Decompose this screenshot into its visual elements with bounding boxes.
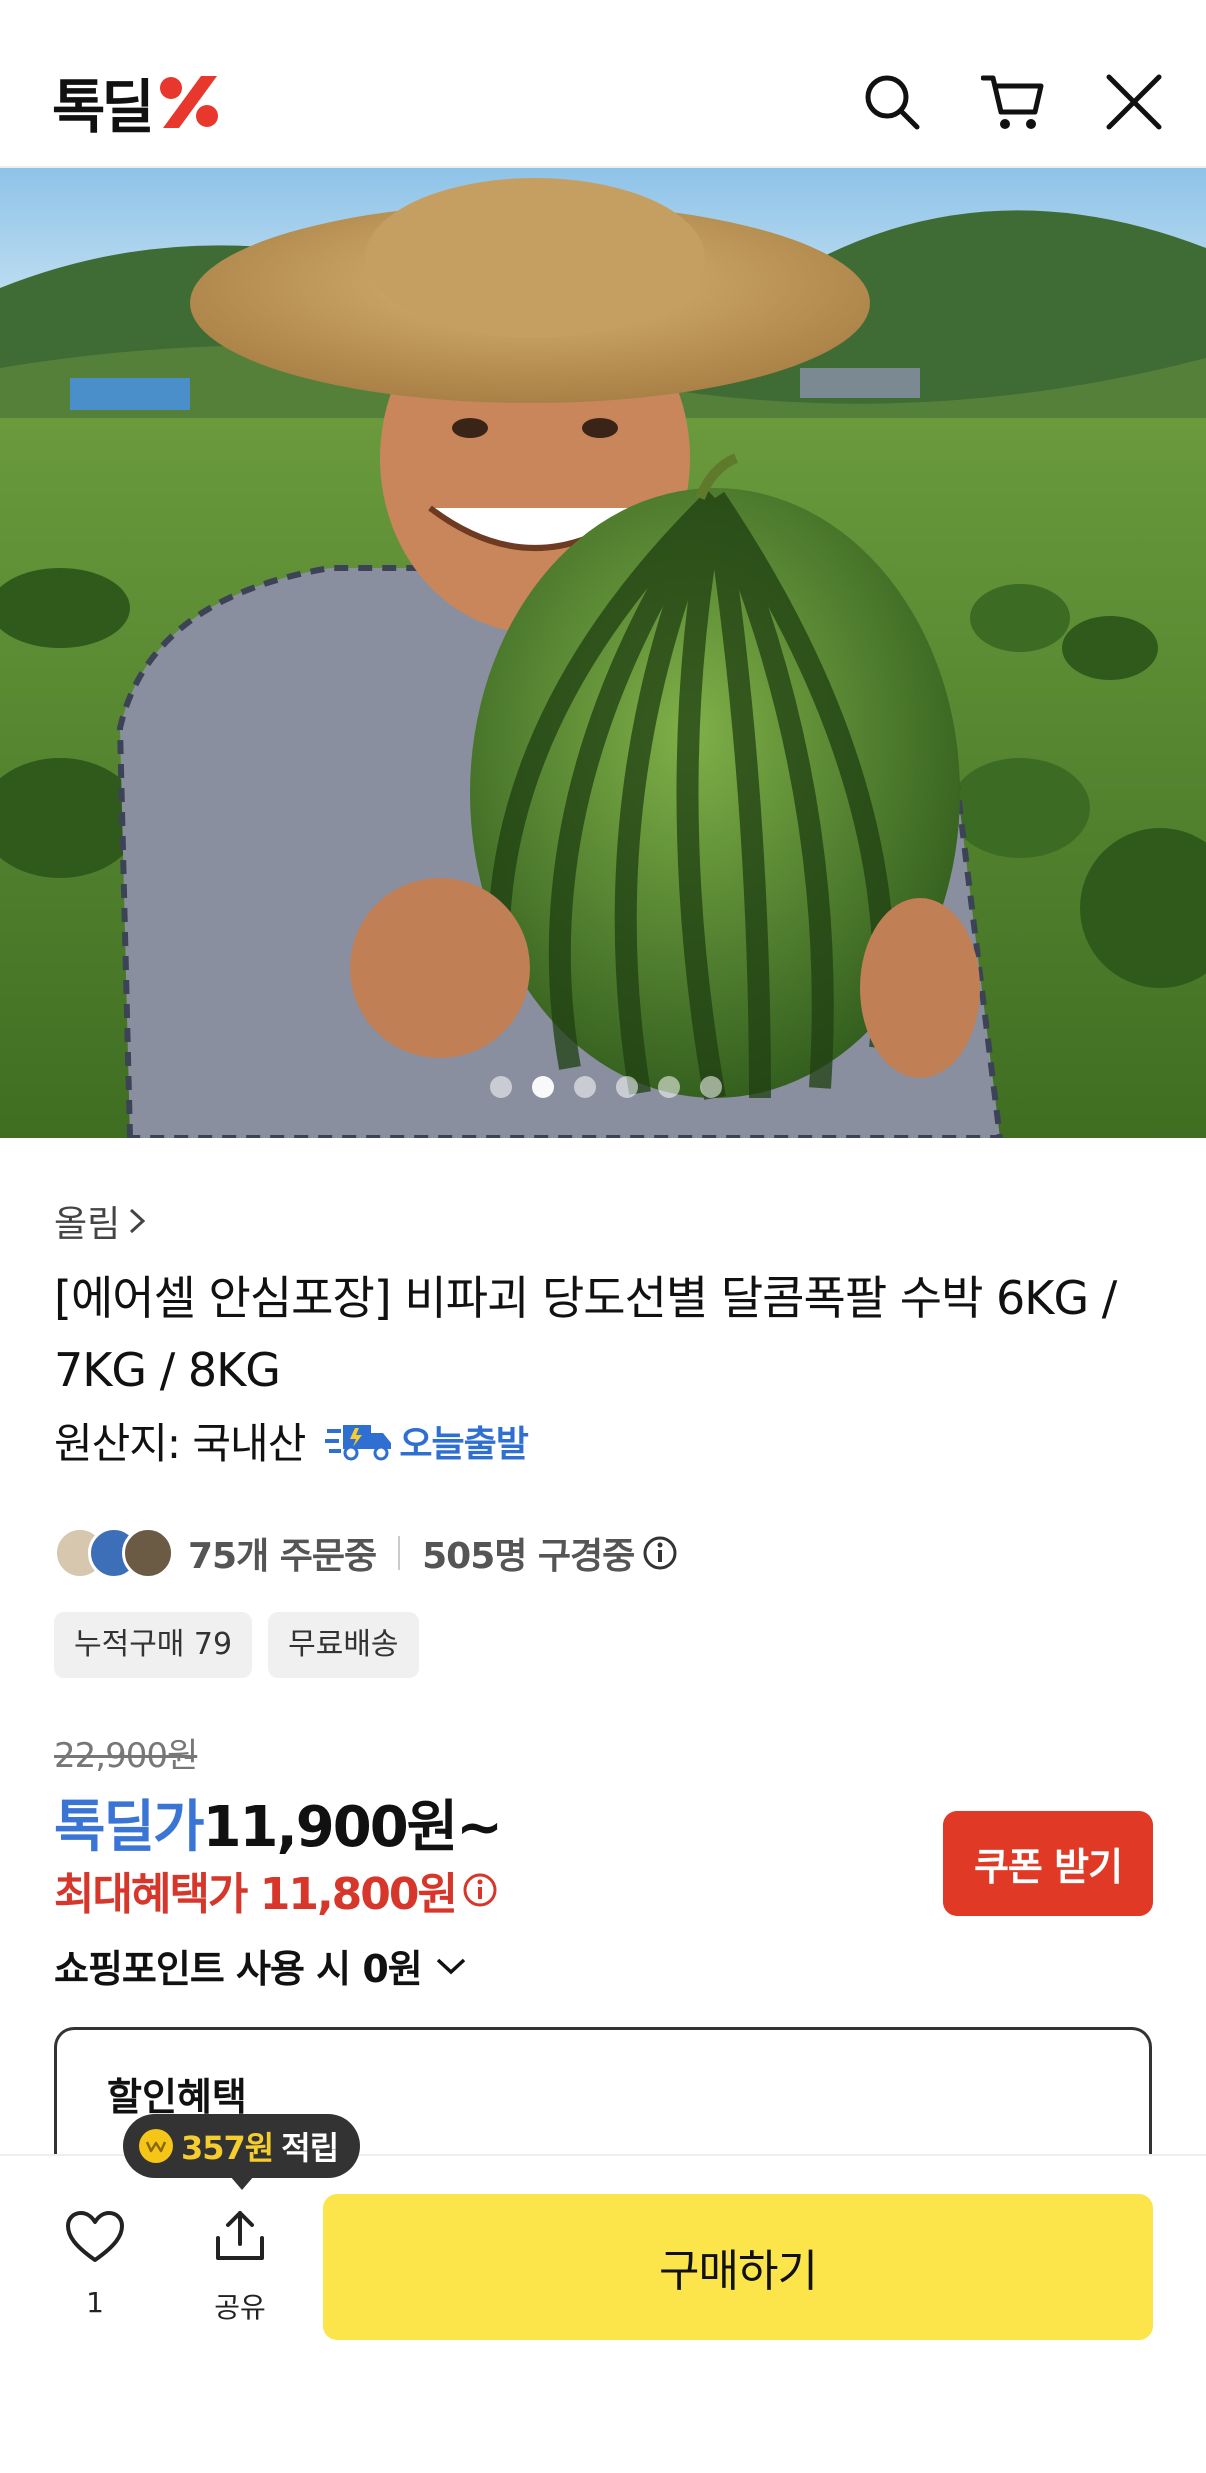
share-button[interactable]: 공유 <box>205 2208 275 2326</box>
carousel-indicator <box>490 1076 722 1098</box>
carousel-dot[interactable] <box>700 1076 722 1098</box>
carousel-dot[interactable] <box>490 1076 512 1098</box>
reward-amount: 357원 <box>181 2129 274 2167</box>
deal-label: 톡딜가 <box>54 1795 205 1860</box>
buyer-avatars <box>54 1527 174 1579</box>
info-icon[interactable] <box>462 1872 498 1908</box>
today-shipping-label: 오늘출발 <box>399 1423 528 1465</box>
app-header: 톡딜 <box>0 0 1206 168</box>
tag-cumulative-purchase: 누적구매 79 <box>54 1612 253 1678</box>
avatar <box>122 1527 174 1579</box>
like-button[interactable]: 1 <box>60 2210 130 2319</box>
original-price: 22,900원 <box>54 1736 198 1776</box>
deal-price-row: 톡딜가 11,900원~ <box>54 1782 504 1863</box>
info-icon[interactable] <box>642 1535 678 1571</box>
bottom-action-bar: 1 공유 구매하기 <box>0 2154 1206 2473</box>
ordering-count: 75개 주문중 <box>188 1536 377 1577</box>
chevron-right-icon <box>130 1208 146 1234</box>
brand-link[interactable]: 올림 <box>54 1195 148 1247</box>
carousel-dot[interactable] <box>574 1076 596 1098</box>
points-reward-tooltip: 357원 적립 <box>123 2114 361 2178</box>
share-label: 공유 <box>214 2291 266 2324</box>
product-title: [에어셀 안심포장] 비파괴 당도선별 달콤폭팔 수박 6KG / 7KG / … <box>54 1271 1117 1397</box>
brand-name: 올림 <box>54 1204 121 1245</box>
shopping-points-toggle[interactable]: 쇼핑포인트 사용 시 0원 <box>54 1938 468 1993</box>
divider <box>398 1536 401 1570</box>
chevron-down-icon <box>436 1958 465 1974</box>
today-shipping-badge: 오늘출발 <box>325 1415 529 1467</box>
discount-title: 할인혜택 <box>107 2075 247 2119</box>
deal-price: 11,900원~ <box>202 1795 504 1860</box>
viewing-count: 505명 구경중 <box>422 1536 635 1577</box>
coin-icon <box>139 2129 173 2163</box>
close-icon[interactable] <box>1102 70 1166 134</box>
tooltip-arrow <box>230 2176 254 2190</box>
reward-suffix: 적립 <box>281 2129 339 2167</box>
product-photo <box>0 168 1206 1138</box>
like-count: 1 <box>86 2286 104 2319</box>
origin-text: 원산지: 국내산 <box>54 1419 306 1468</box>
tag-free-shipping: 무료배송 <box>268 1612 419 1678</box>
max-benefit-row: 최대혜택가 11,800원 <box>54 1858 498 1922</box>
heart-icon <box>66 2211 124 2262</box>
points-text: 쇼핑포인트 사용 시 0원 <box>54 1947 423 1991</box>
carousel-dot[interactable] <box>616 1076 638 1098</box>
social-proof: 75개 주문중 505명 구경중 <box>54 1525 678 1581</box>
product-image-carousel[interactable] <box>0 168 1206 1138</box>
product-tags: 누적구매 79 무료배송 <box>54 1612 419 1678</box>
carousel-dot-active[interactable] <box>532 1076 554 1098</box>
share-icon <box>216 2211 264 2260</box>
coupon-button[interactable]: 쿠폰 받기 <box>943 1811 1153 1916</box>
talkdeal-logo[interactable]: 톡딜 <box>52 70 223 141</box>
product-origin: 원산지: 국내산 오늘출발 <box>54 1410 529 1471</box>
search-icon[interactable] <box>860 70 924 134</box>
percent-logo-icon <box>159 76 218 128</box>
logo-text: 톡딜 <box>52 73 155 141</box>
buy-button[interactable]: 구매하기 <box>323 2194 1153 2340</box>
cart-icon[interactable] <box>981 70 1045 134</box>
max-benefit-price: 최대혜택가 11,800원 <box>54 1869 458 1920</box>
carousel-dot[interactable] <box>658 1076 680 1098</box>
truck-icon <box>325 1424 392 1460</box>
